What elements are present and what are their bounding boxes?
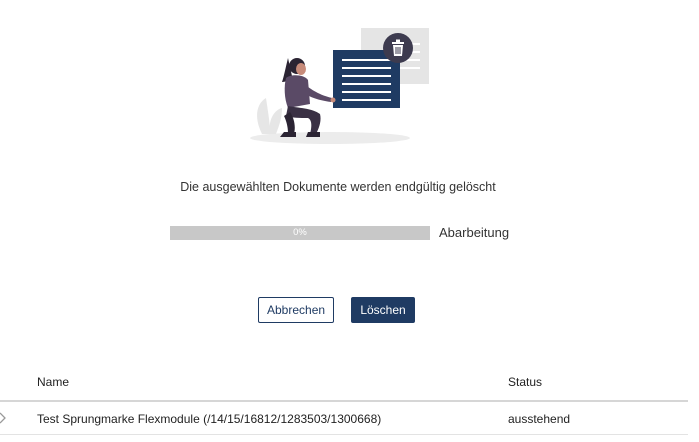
progress-bar: 0% <box>170 225 430 240</box>
delete-button[interactable]: Löschen <box>351 297 415 323</box>
column-header-name[interactable]: Name <box>37 375 69 389</box>
table-header: Name Status <box>0 364 688 402</box>
progress-area: 0% Abarbeitung <box>170 225 509 240</box>
row-document-name: Test Sprungmarke Flexmodule (/14/15/1681… <box>37 412 382 426</box>
delete-documents-illustration <box>250 28 429 144</box>
row-status: ausstehend <box>508 412 571 426</box>
delete-confirmation-message: Die ausgewählten Dokumente werden endgül… <box>180 180 496 194</box>
progress-percent: 0% <box>293 226 307 238</box>
documents-table: Name Status Test Sprungmarke Flexmodule … <box>0 364 688 435</box>
table-row[interactable]: Test Sprungmarke Flexmodule (/14/15/1681… <box>0 402 688 435</box>
trash-icon <box>383 33 413 63</box>
column-header-status[interactable]: Status <box>508 375 542 389</box>
chevron-right-icon[interactable] <box>0 411 8 425</box>
cancel-button[interactable]: Abbrechen <box>258 297 334 323</box>
plant-icon <box>257 98 282 134</box>
progress-label: Abarbeitung <box>439 225 510 240</box>
person-figure <box>280 58 336 137</box>
